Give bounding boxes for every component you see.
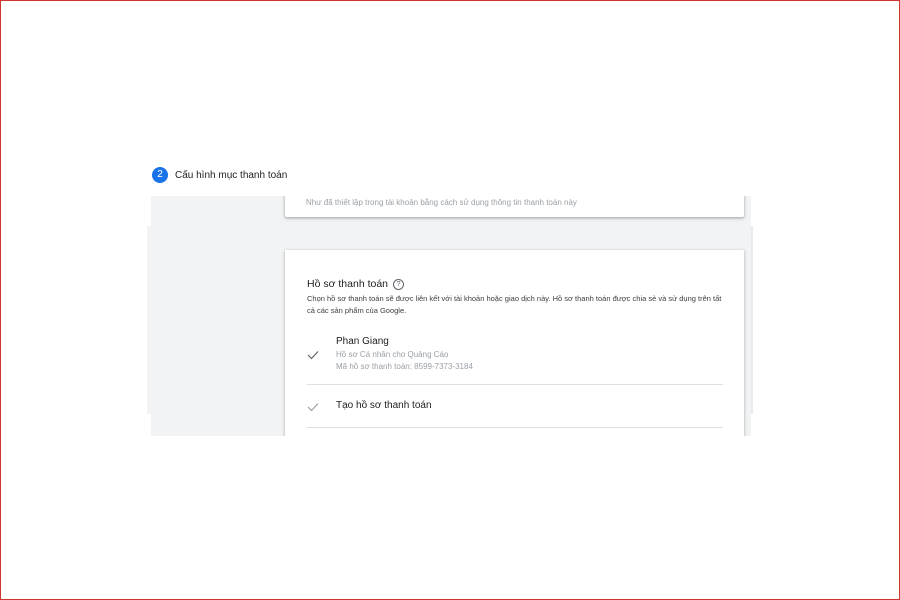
check-icon (307, 351, 319, 360)
help-circle-icon[interactable]: ? (393, 278, 405, 290)
create-payment-profile-option[interactable]: Tạo hồ sơ thanh toán (307, 385, 723, 428)
payment-profile-description: Chọn hồ sơ thanh toán sẽ được liên kết v… (307, 294, 722, 315)
step-number-badge: 2 (152, 167, 168, 183)
account-info-text: Như đã thiết lập trong tài khoản bằng cá… (306, 198, 577, 207)
payment-profile-heading: Hồ sơ thanh toán ? (307, 278, 405, 290)
billing-panel: Như đã thiết lập trong tài khoản bằng cá… (151, 196, 751, 436)
step-header: 2 Cấu hình mục thanh toán (152, 167, 287, 183)
check-icon (307, 403, 319, 412)
payment-profile-card: Hồ sơ thanh toán ? Chọn hồ sơ thanh toán… (285, 250, 744, 436)
payment-profile-title: Hồ sơ thanh toán (307, 278, 389, 290)
step-title: Cấu hình mục thanh toán (175, 169, 288, 181)
panel-edge-right (751, 226, 753, 414)
profile-type: Hồ sơ Cá nhân cho Quảng Cáo (336, 350, 449, 359)
profile-id: Mã hồ sơ thanh toán: 8599-7373-3184 (336, 362, 473, 371)
create-payment-profile-label: Tạo hồ sơ thanh toán (336, 400, 432, 411)
profile-name: Phan Giang (336, 336, 389, 347)
payment-profile-option-selected[interactable]: Phan Giang Hồ sơ Cá nhân cho Quảng Cáo M… (307, 334, 723, 385)
account-info-card: Như đã thiết lập trong tài khoản bằng cá… (285, 196, 744, 217)
